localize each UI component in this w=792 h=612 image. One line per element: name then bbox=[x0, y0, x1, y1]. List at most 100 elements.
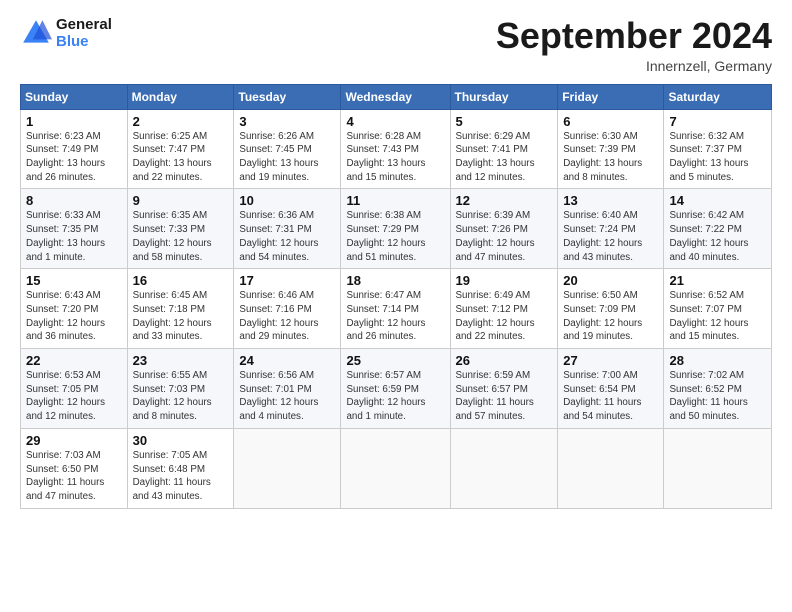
weekday-thursday: Thursday bbox=[450, 84, 558, 109]
day-cell: 6Sunrise: 6:30 AM Sunset: 7:39 PM Daylig… bbox=[558, 109, 664, 189]
day-number: 5 bbox=[456, 114, 553, 129]
weekday-header-row: SundayMondayTuesdayWednesdayThursdayFrid… bbox=[21, 84, 772, 109]
day-cell: 1Sunrise: 6:23 AM Sunset: 7:49 PM Daylig… bbox=[21, 109, 128, 189]
day-number: 2 bbox=[133, 114, 229, 129]
day-info: Sunrise: 6:28 AM Sunset: 7:43 PM Dayligh… bbox=[346, 130, 444, 185]
header: General Blue September 2024 Innernzell, … bbox=[20, 16, 772, 74]
day-number: 17 bbox=[239, 273, 335, 288]
day-info: Sunrise: 6:50 AM Sunset: 7:09 PM Dayligh… bbox=[563, 289, 658, 344]
day-info: Sunrise: 6:43 AM Sunset: 7:20 PM Dayligh… bbox=[26, 289, 122, 344]
day-info: Sunrise: 7:05 AM Sunset: 6:48 PM Dayligh… bbox=[133, 449, 229, 504]
day-cell bbox=[341, 428, 450, 508]
day-number: 13 bbox=[563, 193, 658, 208]
weekday-wednesday: Wednesday bbox=[341, 84, 450, 109]
day-number: 30 bbox=[133, 433, 229, 448]
day-info: Sunrise: 6:23 AM Sunset: 7:49 PM Dayligh… bbox=[26, 130, 122, 185]
day-info: Sunrise: 6:40 AM Sunset: 7:24 PM Dayligh… bbox=[563, 209, 658, 264]
week-row-1: 1Sunrise: 6:23 AM Sunset: 7:49 PM Daylig… bbox=[21, 109, 772, 189]
day-cell: 2Sunrise: 6:25 AM Sunset: 7:47 PM Daylig… bbox=[127, 109, 234, 189]
day-number: 27 bbox=[563, 353, 658, 368]
day-number: 22 bbox=[26, 353, 122, 368]
day-cell bbox=[558, 428, 664, 508]
day-info: Sunrise: 6:55 AM Sunset: 7:03 PM Dayligh… bbox=[133, 369, 229, 424]
page: General Blue September 2024 Innernzell, … bbox=[0, 0, 792, 612]
day-info: Sunrise: 6:57 AM Sunset: 6:59 PM Dayligh… bbox=[346, 369, 444, 424]
day-cell: 25Sunrise: 6:57 AM Sunset: 6:59 PM Dayli… bbox=[341, 349, 450, 429]
day-number: 4 bbox=[346, 114, 444, 129]
day-cell: 23Sunrise: 6:55 AM Sunset: 7:03 PM Dayli… bbox=[127, 349, 234, 429]
day-cell: 18Sunrise: 6:47 AM Sunset: 7:14 PM Dayli… bbox=[341, 269, 450, 349]
day-info: Sunrise: 6:38 AM Sunset: 7:29 PM Dayligh… bbox=[346, 209, 444, 264]
day-cell: 14Sunrise: 6:42 AM Sunset: 7:22 PM Dayli… bbox=[664, 189, 772, 269]
day-cell: 4Sunrise: 6:28 AM Sunset: 7:43 PM Daylig… bbox=[341, 109, 450, 189]
day-cell: 17Sunrise: 6:46 AM Sunset: 7:16 PM Dayli… bbox=[234, 269, 341, 349]
day-cell: 12Sunrise: 6:39 AM Sunset: 7:26 PM Dayli… bbox=[450, 189, 558, 269]
day-number: 8 bbox=[26, 193, 122, 208]
day-cell: 22Sunrise: 6:53 AM Sunset: 7:05 PM Dayli… bbox=[21, 349, 128, 429]
day-info: Sunrise: 6:25 AM Sunset: 7:47 PM Dayligh… bbox=[133, 130, 229, 185]
day-number: 28 bbox=[669, 353, 766, 368]
day-number: 6 bbox=[563, 114, 658, 129]
day-info: Sunrise: 6:53 AM Sunset: 7:05 PM Dayligh… bbox=[26, 369, 122, 424]
day-cell bbox=[664, 428, 772, 508]
calendar-body: 1Sunrise: 6:23 AM Sunset: 7:49 PM Daylig… bbox=[21, 109, 772, 508]
weekday-saturday: Saturday bbox=[664, 84, 772, 109]
day-number: 7 bbox=[669, 114, 766, 129]
day-number: 3 bbox=[239, 114, 335, 129]
weekday-monday: Monday bbox=[127, 84, 234, 109]
day-info: Sunrise: 6:29 AM Sunset: 7:41 PM Dayligh… bbox=[456, 130, 553, 185]
day-info: Sunrise: 6:47 AM Sunset: 7:14 PM Dayligh… bbox=[346, 289, 444, 344]
calendar-table: SundayMondayTuesdayWednesdayThursdayFrid… bbox=[20, 84, 772, 509]
day-number: 10 bbox=[239, 193, 335, 208]
day-info: Sunrise: 6:36 AM Sunset: 7:31 PM Dayligh… bbox=[239, 209, 335, 264]
day-cell: 21Sunrise: 6:52 AM Sunset: 7:07 PM Dayli… bbox=[664, 269, 772, 349]
day-info: Sunrise: 6:52 AM Sunset: 7:07 PM Dayligh… bbox=[669, 289, 766, 344]
week-row-4: 22Sunrise: 6:53 AM Sunset: 7:05 PM Dayli… bbox=[21, 349, 772, 429]
day-number: 18 bbox=[346, 273, 444, 288]
day-info: Sunrise: 6:46 AM Sunset: 7:16 PM Dayligh… bbox=[239, 289, 335, 344]
week-row-5: 29Sunrise: 7:03 AM Sunset: 6:50 PM Dayli… bbox=[21, 428, 772, 508]
day-cell: 20Sunrise: 6:50 AM Sunset: 7:09 PM Dayli… bbox=[558, 269, 664, 349]
day-info: Sunrise: 6:33 AM Sunset: 7:35 PM Dayligh… bbox=[26, 209, 122, 264]
title-block: September 2024 Innernzell, Germany bbox=[496, 16, 772, 74]
logo-text: General Blue bbox=[56, 16, 112, 51]
week-row-3: 15Sunrise: 6:43 AM Sunset: 7:20 PM Dayli… bbox=[21, 269, 772, 349]
day-number: 25 bbox=[346, 353, 444, 368]
day-cell: 27Sunrise: 7:00 AM Sunset: 6:54 PM Dayli… bbox=[558, 349, 664, 429]
day-info: Sunrise: 7:00 AM Sunset: 6:54 PM Dayligh… bbox=[563, 369, 658, 424]
day-cell bbox=[234, 428, 341, 508]
day-info: Sunrise: 6:49 AM Sunset: 7:12 PM Dayligh… bbox=[456, 289, 553, 344]
day-cell: 10Sunrise: 6:36 AM Sunset: 7:31 PM Dayli… bbox=[234, 189, 341, 269]
weekday-tuesday: Tuesday bbox=[234, 84, 341, 109]
day-info: Sunrise: 6:35 AM Sunset: 7:33 PM Dayligh… bbox=[133, 209, 229, 264]
day-cell: 16Sunrise: 6:45 AM Sunset: 7:18 PM Dayli… bbox=[127, 269, 234, 349]
day-cell: 3Sunrise: 6:26 AM Sunset: 7:45 PM Daylig… bbox=[234, 109, 341, 189]
day-info: Sunrise: 7:02 AM Sunset: 6:52 PM Dayligh… bbox=[669, 369, 766, 424]
day-number: 23 bbox=[133, 353, 229, 368]
day-cell: 8Sunrise: 6:33 AM Sunset: 7:35 PM Daylig… bbox=[21, 189, 128, 269]
day-info: Sunrise: 6:39 AM Sunset: 7:26 PM Dayligh… bbox=[456, 209, 553, 264]
day-number: 21 bbox=[669, 273, 766, 288]
day-cell: 11Sunrise: 6:38 AM Sunset: 7:29 PM Dayli… bbox=[341, 189, 450, 269]
day-info: Sunrise: 6:26 AM Sunset: 7:45 PM Dayligh… bbox=[239, 130, 335, 185]
day-number: 15 bbox=[26, 273, 122, 288]
day-cell: 30Sunrise: 7:05 AM Sunset: 6:48 PM Dayli… bbox=[127, 428, 234, 508]
day-number: 9 bbox=[133, 193, 229, 208]
day-cell: 5Sunrise: 6:29 AM Sunset: 7:41 PM Daylig… bbox=[450, 109, 558, 189]
logo-icon bbox=[20, 17, 52, 49]
location-subtitle: Innernzell, Germany bbox=[496, 58, 772, 74]
day-info: Sunrise: 7:03 AM Sunset: 6:50 PM Dayligh… bbox=[26, 449, 122, 504]
day-number: 20 bbox=[563, 273, 658, 288]
day-cell: 19Sunrise: 6:49 AM Sunset: 7:12 PM Dayli… bbox=[450, 269, 558, 349]
day-info: Sunrise: 6:30 AM Sunset: 7:39 PM Dayligh… bbox=[563, 130, 658, 185]
day-cell: 26Sunrise: 6:59 AM Sunset: 6:57 PM Dayli… bbox=[450, 349, 558, 429]
day-number: 11 bbox=[346, 193, 444, 208]
week-row-2: 8Sunrise: 6:33 AM Sunset: 7:35 PM Daylig… bbox=[21, 189, 772, 269]
day-cell: 29Sunrise: 7:03 AM Sunset: 6:50 PM Dayli… bbox=[21, 428, 128, 508]
weekday-sunday: Sunday bbox=[21, 84, 128, 109]
weekday-friday: Friday bbox=[558, 84, 664, 109]
day-info: Sunrise: 6:56 AM Sunset: 7:01 PM Dayligh… bbox=[239, 369, 335, 424]
day-number: 19 bbox=[456, 273, 553, 288]
day-cell: 13Sunrise: 6:40 AM Sunset: 7:24 PM Dayli… bbox=[558, 189, 664, 269]
day-cell bbox=[450, 428, 558, 508]
